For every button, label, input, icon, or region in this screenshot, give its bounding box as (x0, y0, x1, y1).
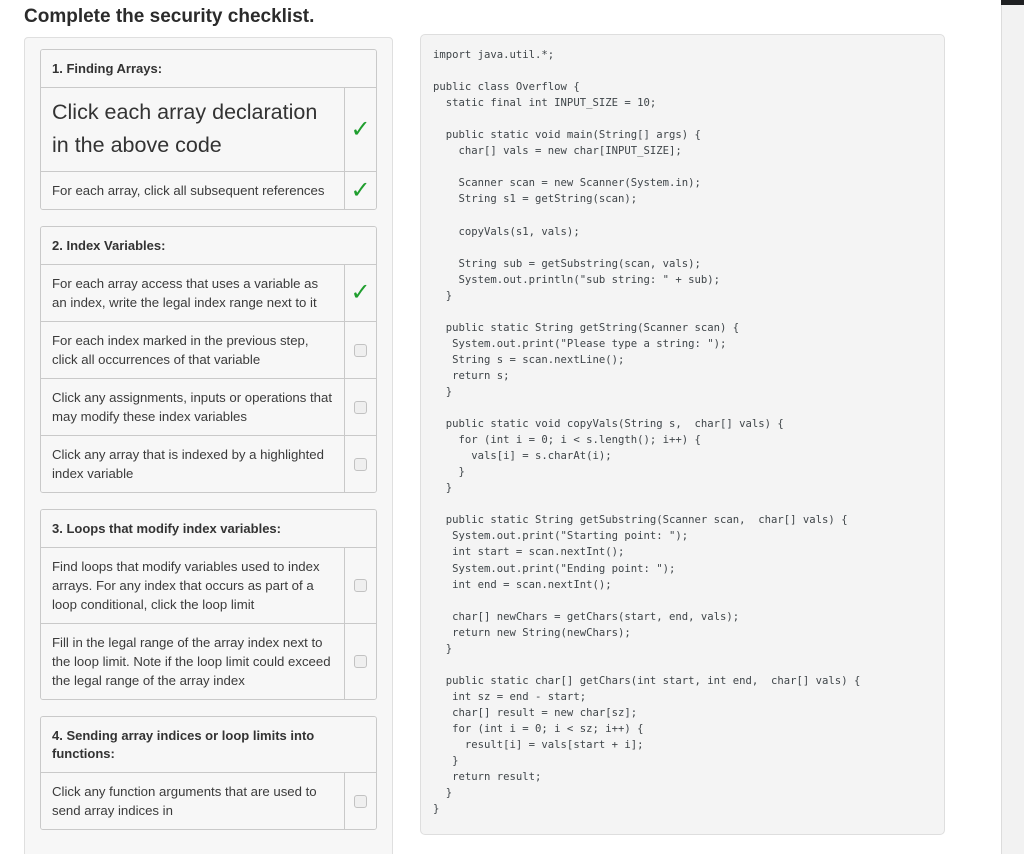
checklist-item-status-cell[interactable]: ✓ (344, 265, 376, 321)
checklist-item-label: For each array access that uses a variab… (41, 265, 344, 321)
checkbox-icon[interactable] (354, 344, 367, 357)
checklist-item-row[interactable]: Click any array that is indexed by a hig… (41, 436, 376, 492)
checkbox-icon[interactable] (354, 655, 367, 668)
checklist-item-row[interactable]: Click each array declaration in the abov… (41, 88, 376, 172)
checklist-item-label: Click any assignments, inputs or operati… (41, 379, 344, 435)
checklist-sections: 1. Finding Arrays:Click each array decla… (40, 49, 377, 830)
checklist-item-row[interactable]: For each index marked in the previous st… (41, 322, 376, 379)
checklist-item-label: For each array, click all subsequent ref… (41, 172, 344, 209)
code-viewer-panel[interactable]: import java.util.*; public class Overflo… (420, 34, 945, 835)
check-icon: ✓ (350, 117, 370, 141)
checklist-section: 3. Loops that modify index variables:Fin… (40, 509, 377, 700)
check-icon: ✓ (350, 178, 370, 202)
checklist-item-row[interactable]: For each array access that uses a variab… (41, 265, 376, 322)
checklist-item-row[interactable]: Click any function arguments that are us… (41, 773, 376, 829)
checklist-item-label: Click any array that is indexed by a hig… (41, 436, 344, 492)
java-source-code[interactable]: import java.util.*; public class Overflo… (433, 47, 930, 817)
checklist-item-label: Fill in the legal range of the array ind… (41, 624, 344, 699)
checklist-item-status-cell[interactable] (344, 624, 376, 699)
checklist-item-status-cell[interactable] (344, 548, 376, 623)
checklist-item-row[interactable]: Click any assignments, inputs or operati… (41, 379, 376, 436)
checklist-section: 1. Finding Arrays:Click each array decla… (40, 49, 377, 210)
checklist-section-header: 4. Sending array indices or loop limits … (41, 717, 376, 773)
checklist-item-row[interactable]: Find loops that modify variables used to… (41, 548, 376, 624)
page-title: Complete the security checklist. (24, 5, 724, 29)
page-scroll-gutter[interactable] (1001, 5, 1024, 854)
security-checklist-panel: 1. Finding Arrays:Click each array decla… (24, 37, 393, 854)
checkbox-icon[interactable] (354, 401, 367, 414)
checkbox-icon[interactable] (354, 579, 367, 592)
checklist-item-label: Click each array declaration in the abov… (41, 88, 344, 171)
checklist-item-status-cell[interactable]: ✓ (344, 172, 376, 209)
checkbox-icon[interactable] (354, 458, 367, 471)
checklist-section: 2. Index Variables:For each array access… (40, 226, 377, 493)
checkbox-icon[interactable] (354, 795, 367, 808)
checklist-item-label: For each index marked in the previous st… (41, 322, 344, 378)
checklist-item-row[interactable]: Fill in the legal range of the array ind… (41, 624, 376, 699)
checklist-item-status-cell[interactable] (344, 379, 376, 435)
checklist-item-label: Find loops that modify variables used to… (41, 548, 344, 623)
checklist-item-row[interactable]: For each array, click all subsequent ref… (41, 172, 376, 209)
checklist-item-status-cell[interactable]: ✓ (344, 88, 376, 171)
page-root: Complete the security checklist. 1. Find… (0, 0, 1001, 854)
checklist-section: 4. Sending array indices or loop limits … (40, 716, 377, 830)
check-icon: ✓ (350, 280, 370, 304)
checklist-item-label: Click any function arguments that are us… (41, 773, 344, 829)
checklist-section-header: 2. Index Variables: (41, 227, 376, 265)
checklist-item-status-cell[interactable] (344, 322, 376, 378)
checklist-section-header: 1. Finding Arrays: (41, 50, 376, 88)
checklist-section-header: 3. Loops that modify index variables: (41, 510, 376, 548)
checklist-item-status-cell[interactable] (344, 436, 376, 492)
checklist-item-status-cell[interactable] (344, 773, 376, 829)
